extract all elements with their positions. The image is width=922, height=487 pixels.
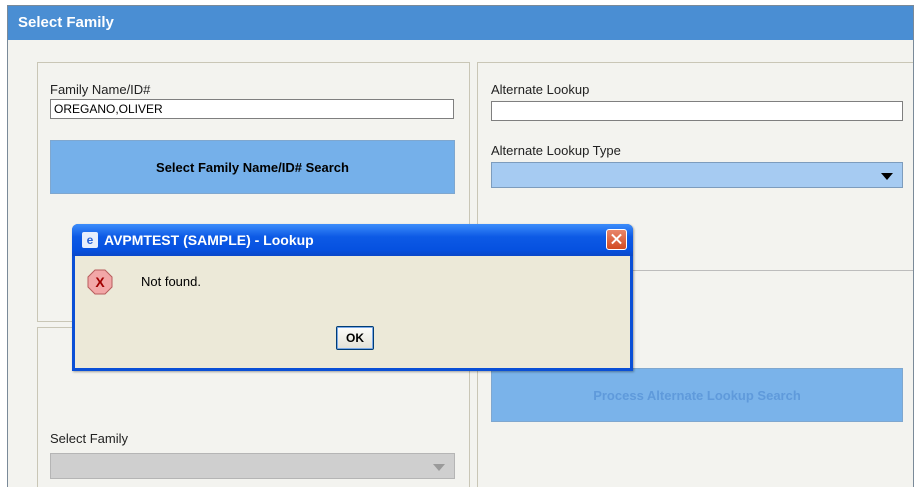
select-family-dropdown[interactable] bbox=[50, 453, 455, 479]
ok-button[interactable]: OK bbox=[336, 326, 374, 350]
process-alternate-lookup-button[interactable]: Process Alternate Lookup Search bbox=[491, 368, 903, 422]
alternate-lookup-type-label: Alternate Lookup Type bbox=[491, 143, 621, 158]
family-name-label: Family Name/ID# bbox=[50, 82, 151, 97]
alternate-lookup-type-dropdown[interactable] bbox=[491, 162, 903, 188]
window-title: Select Family bbox=[8, 6, 913, 40]
family-search-button[interactable]: Select Family Name/ID# Search bbox=[50, 140, 455, 194]
internet-explorer-icon: e bbox=[82, 232, 98, 248]
chevron-down-icon bbox=[433, 464, 445, 471]
family-name-input[interactable]: OREGANO,OLIVER bbox=[50, 99, 454, 119]
alternate-lookup-label: Alternate Lookup bbox=[491, 82, 590, 97]
dialog-title: AVPMTEST (SAMPLE) - Lookup bbox=[104, 232, 314, 248]
dialog-titlebar[interactable]: e AVPMTEST (SAMPLE) - Lookup bbox=[72, 224, 633, 256]
close-button[interactable] bbox=[606, 229, 627, 250]
error-icon-glyph: X bbox=[95, 274, 105, 290]
error-icon: X bbox=[87, 269, 113, 295]
select-family-label: Select Family bbox=[50, 431, 129, 446]
dialog-message: Not found. bbox=[141, 274, 201, 289]
lookup-dialog: e AVPMTEST (SAMPLE) - Lookup X Not found… bbox=[72, 224, 633, 371]
chevron-down-icon bbox=[881, 173, 893, 180]
dialog-body: X Not found. OK bbox=[75, 256, 630, 368]
alternate-lookup-input[interactable] bbox=[491, 101, 903, 121]
